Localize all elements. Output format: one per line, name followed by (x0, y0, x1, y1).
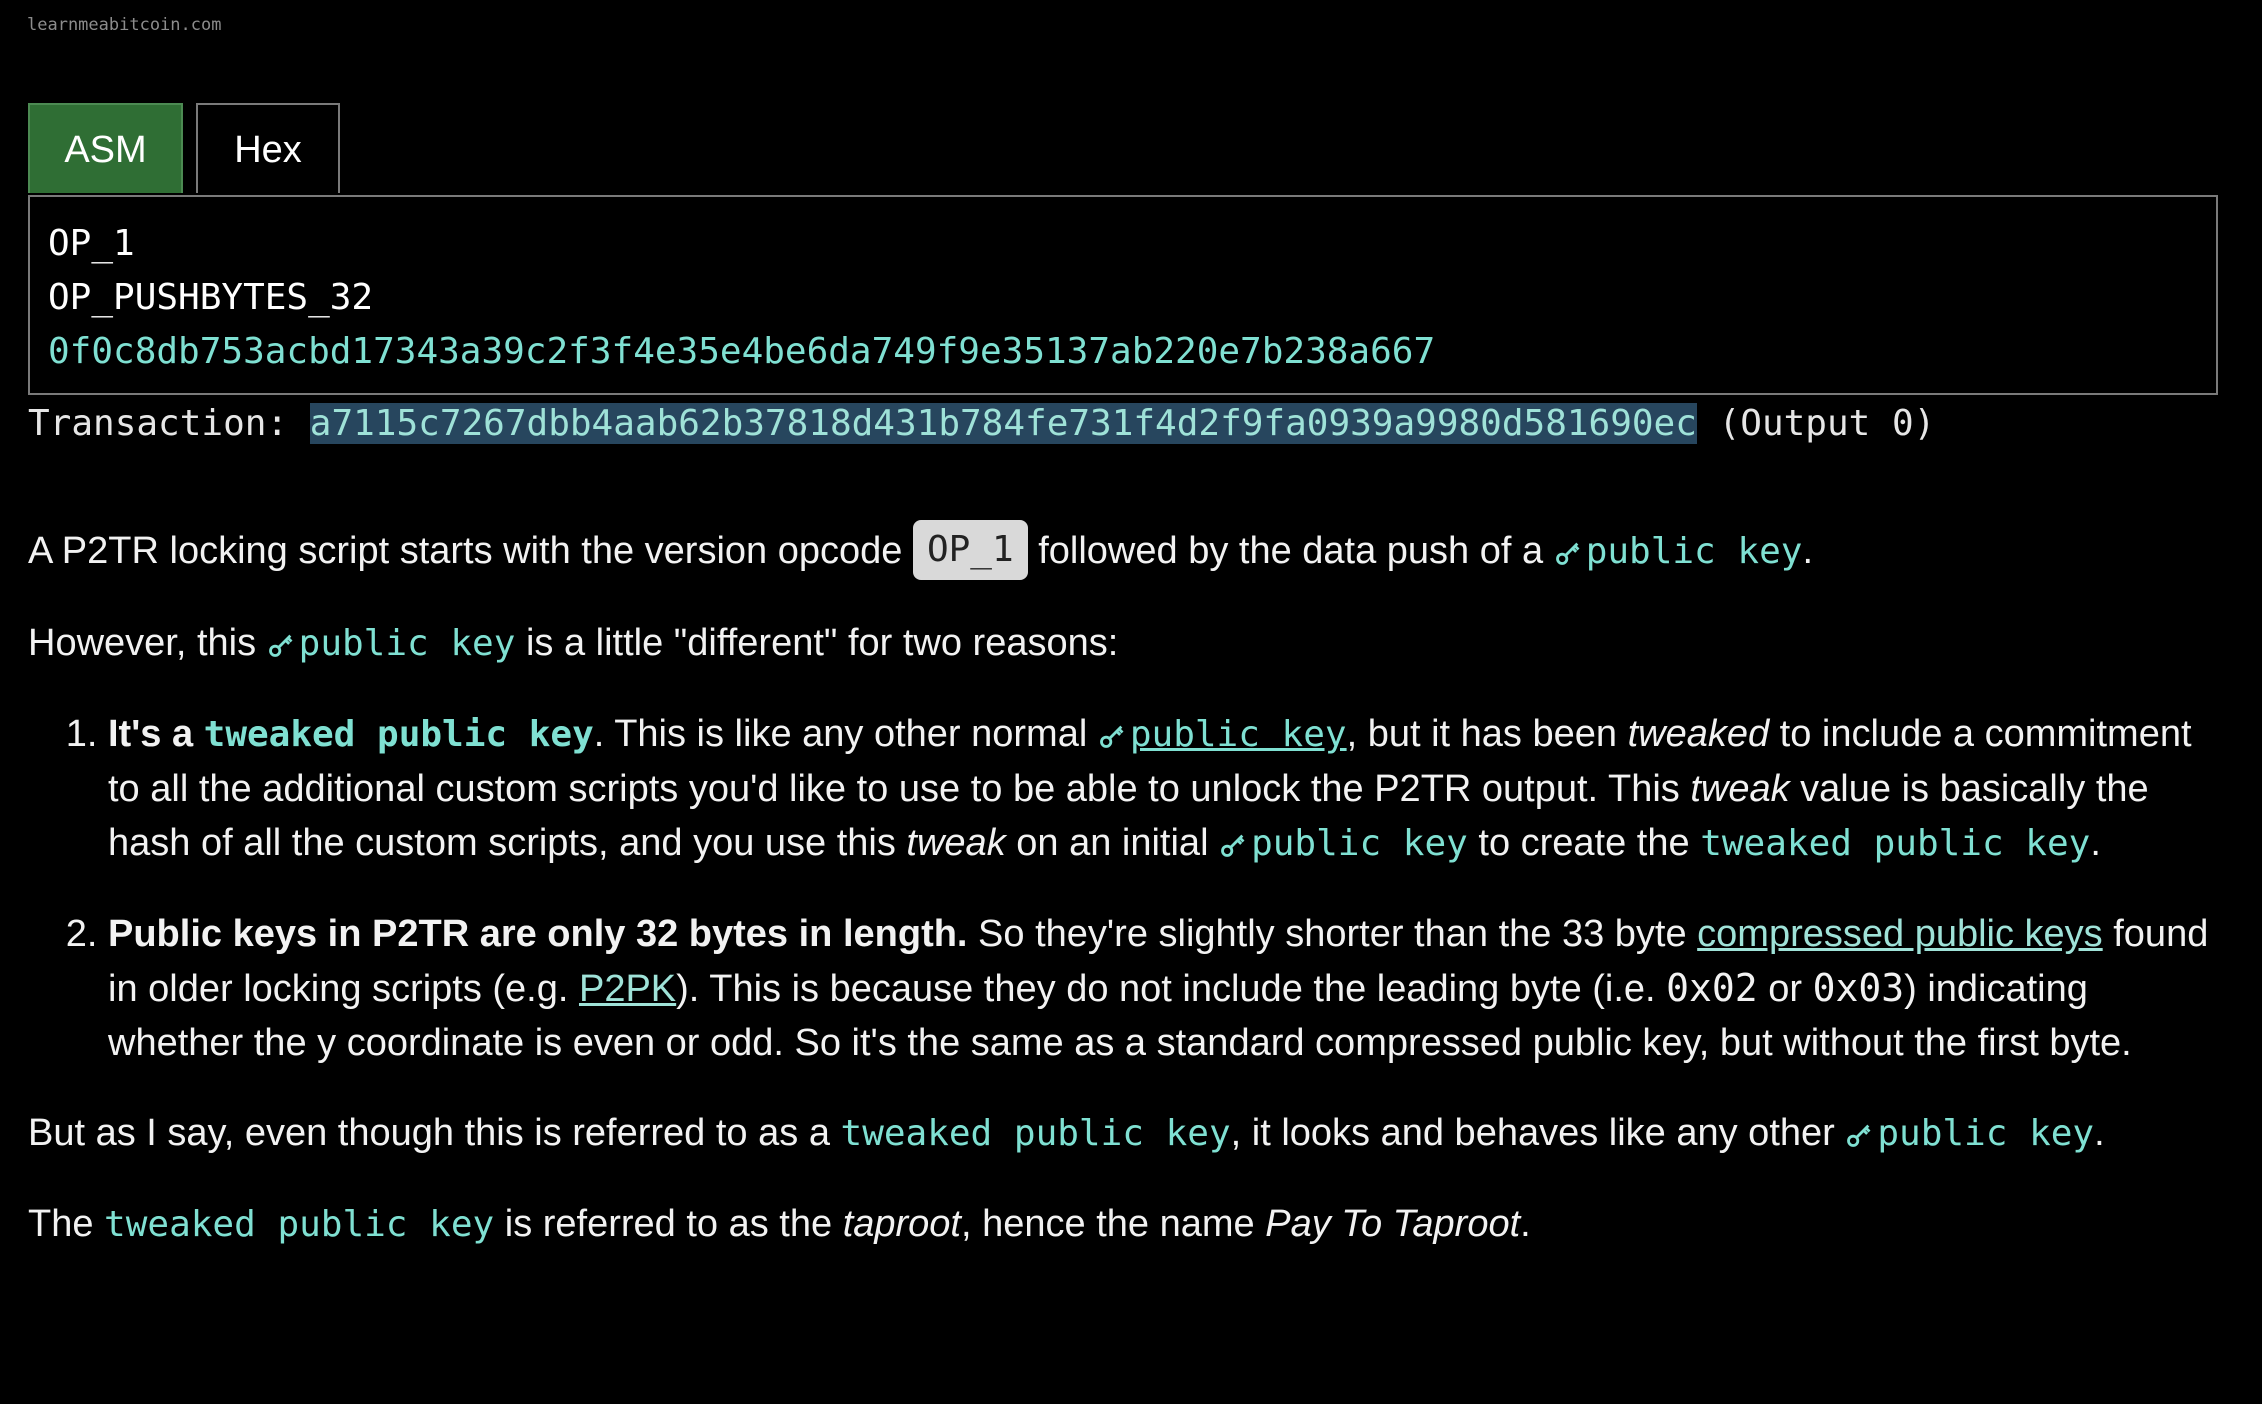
paragraph-intro: A P2TR locking script starts with the ve… (28, 520, 2218, 580)
key-icon (268, 634, 293, 657)
tab-hex[interactable]: Hex (196, 103, 340, 193)
transaction-output: (Output 0) (1718, 403, 1936, 444)
script-opcode-op1: OP_1 (48, 223, 135, 264)
transaction-id-link[interactable]: a7115c7267dbb4aab62b37818d431b784fe731f4… (309, 403, 1697, 444)
key-icon (1847, 1124, 1871, 1147)
paragraph-taproot: The tweaked public key is referred to as… (28, 1203, 1531, 1245)
opcode-badge: OP_1 (912, 520, 1028, 580)
public-key-link[interactable]: public key (1554, 531, 1802, 572)
key-icon (1555, 542, 1580, 565)
list-item: Public keys in P2TR are only 32 bytes in… (108, 907, 2218, 1070)
site-url: learnmeabitcoin.com (27, 15, 222, 35)
tweaked-public-key-term: tweaked public key (104, 1204, 495, 1245)
public-key-link[interactable]: public key (1098, 714, 1347, 755)
p2pk-link[interactable]: P2PK (579, 968, 676, 1010)
tweaked-public-key-term: tweaked public key (203, 714, 594, 755)
reasons-list: It's a tweaked public key. This is like … (28, 707, 2218, 1070)
compressed-public-keys-link[interactable]: compressed public keys (1697, 913, 2103, 955)
script-opcode-pushbytes: OP_PUSHBYTES_32 (48, 277, 374, 318)
article-content: A P2TR locking script starts with the ve… (28, 520, 2218, 1288)
transaction-line: Transaction: a7115c7267dbb4aab62b37818d4… (28, 397, 1935, 451)
tab-asm[interactable]: ASM (28, 103, 183, 193)
transaction-label: Transaction: (28, 403, 289, 444)
locking-script-box: OP_1 OP_PUSHBYTES_32 0f0c8db753acbd17343… (28, 195, 2218, 395)
tweaked-public-key-term: tweaked public key (1700, 823, 2091, 864)
key-icon (1099, 725, 1124, 748)
script-pubkey-data: 0f0c8db753acbd17343a39c2f3f4e35e4be6da74… (48, 331, 1436, 372)
paragraph-behaves: But as I say, even though this is referr… (28, 1112, 2105, 1154)
public-key-link[interactable]: public key (1219, 823, 1468, 864)
list-item: It's a tweaked public key. This is like … (108, 707, 2218, 871)
public-key-link[interactable]: public key (267, 623, 515, 664)
tweaked-public-key-term: tweaked public key (840, 1113, 1231, 1154)
public-key-link[interactable]: public key (1845, 1113, 2094, 1154)
key-icon (1221, 834, 1245, 857)
paragraph-different: However, this public key is a little "di… (28, 622, 1119, 664)
